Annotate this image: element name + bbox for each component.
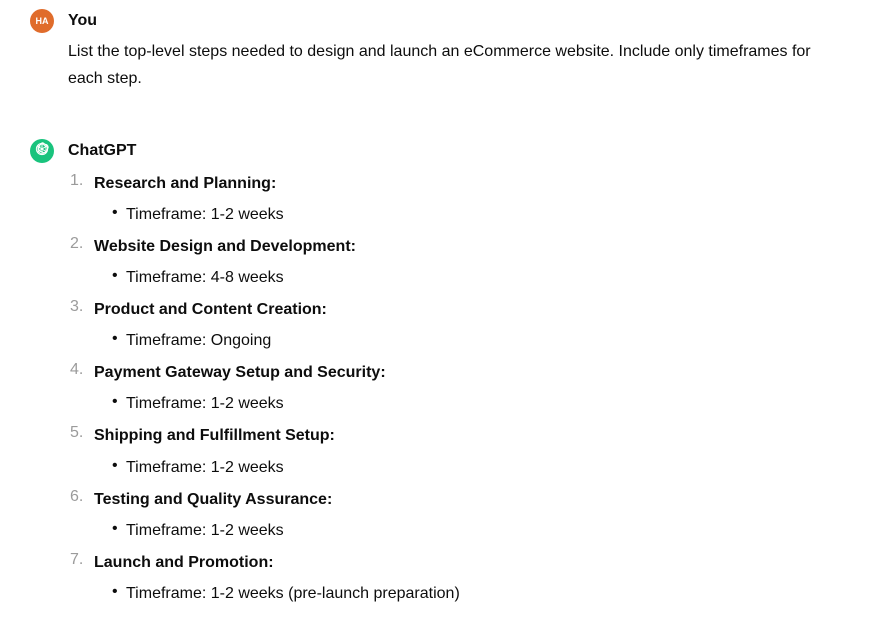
step-timeframe: Timeframe: 1-2 weeks bbox=[112, 199, 845, 231]
step-timeframe: Timeframe: 4-8 weeks bbox=[112, 262, 845, 294]
assistant-message: ChatGPT Research and Planning: Timeframe:… bbox=[30, 138, 845, 610]
step-sublist: Timeframe: 1-2 weeks (pre-launch prepara… bbox=[94, 578, 845, 610]
step-title: Payment Gateway Setup and Security: bbox=[94, 364, 386, 381]
step-title: Testing and Quality Assurance: bbox=[94, 491, 332, 508]
step-title: Launch and Promotion: bbox=[94, 554, 274, 571]
step-title: Research and Planning: bbox=[94, 175, 276, 192]
assistant-avatar bbox=[30, 139, 54, 163]
user-message-text: List the top-level steps needed to desig… bbox=[68, 38, 845, 92]
step-title: Website Design and Development: bbox=[94, 238, 356, 255]
step-item: Testing and Quality Assurance: Timeframe:… bbox=[68, 484, 845, 547]
step-item: Product and Content Creation: Timeframe: … bbox=[68, 294, 845, 357]
assistant-author-label: ChatGPT bbox=[68, 138, 845, 164]
openai-icon bbox=[34, 141, 50, 161]
user-message: HA You List the top-level steps needed t… bbox=[30, 8, 845, 92]
step-sublist: Timeframe: 1-2 weeks bbox=[94, 199, 845, 231]
step-sublist: Timeframe: 1-2 weeks bbox=[94, 452, 845, 484]
user-avatar-initials: HA bbox=[36, 14, 49, 28]
assistant-content: ChatGPT Research and Planning: Timeframe:… bbox=[68, 138, 845, 610]
step-timeframe: Timeframe: 1-2 weeks (pre-launch prepara… bbox=[112, 578, 845, 610]
step-title: Shipping and Fulfillment Setup: bbox=[94, 427, 335, 444]
step-sublist: Timeframe: 1-2 weeks bbox=[94, 388, 845, 420]
user-avatar: HA bbox=[30, 9, 54, 33]
step-item: Research and Planning: Timeframe: 1-2 wee… bbox=[68, 168, 845, 231]
step-timeframe: Timeframe: 1-2 weeks bbox=[112, 388, 845, 420]
step-item: Shipping and Fulfillment Setup: Timeframe… bbox=[68, 420, 845, 483]
user-author-label: You bbox=[68, 8, 845, 34]
step-item: Website Design and Development: Timeframe… bbox=[68, 231, 845, 294]
step-timeframe: Timeframe: 1-2 weeks bbox=[112, 515, 845, 547]
step-sublist: Timeframe: 4-8 weeks bbox=[94, 262, 845, 294]
step-timeframe: Timeframe: Ongoing bbox=[112, 325, 845, 357]
step-item: Launch and Promotion: Timeframe: 1-2 week… bbox=[68, 547, 845, 610]
step-timeframe: Timeframe: 1-2 weeks bbox=[112, 452, 845, 484]
steps-list: Research and Planning: Timeframe: 1-2 wee… bbox=[68, 168, 845, 610]
step-title: Product and Content Creation: bbox=[94, 301, 327, 318]
user-content: You List the top-level steps needed to d… bbox=[68, 8, 845, 92]
step-sublist: Timeframe: 1-2 weeks bbox=[94, 515, 845, 547]
step-sublist: Timeframe: Ongoing bbox=[94, 325, 845, 357]
step-item: Payment Gateway Setup and Security: Timef… bbox=[68, 357, 845, 420]
